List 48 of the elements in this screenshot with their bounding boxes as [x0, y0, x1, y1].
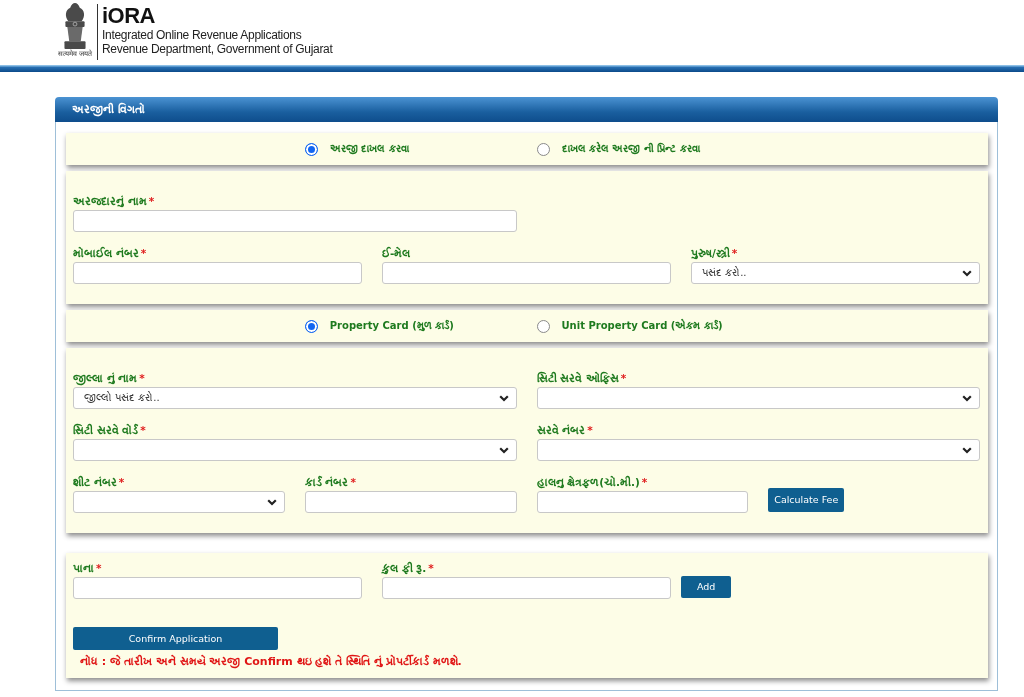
chevron-down-icon — [498, 446, 509, 454]
text-input[interactable] — [73, 210, 517, 232]
field-label: ઈ-મેલ — [382, 246, 412, 260]
department-name: Revenue Department, Government of Gujarat — [102, 42, 333, 56]
radio-button[interactable] — [536, 319, 550, 333]
text-input[interactable] — [536, 491, 749, 513]
field-label: પુરુષ/સ્ત્રી * — [691, 246, 739, 260]
radio-label: Unit Property Card (એકમ કાર્ડ) — [561, 319, 723, 333]
confirm-button[interactable]: Confirm Application — [73, 627, 278, 650]
radio-label: Property Card (મુળ કાર્ડ) — [329, 319, 454, 333]
chevron-down-icon — [962, 446, 972, 454]
note-text: નોધ : જે તારીખ અને સમયે અરજી Confirm થઇ હશે તે સ્થિતિ નું પ્રોપર્ટીકાર્ડ મળશે. — [80, 655, 462, 669]
action-button[interactable]: Calculate Fee — [768, 488, 845, 512]
dropdown-select[interactable] — [73, 439, 517, 461]
dropdown-select[interactable]: પસંદ કરો.. — [691, 262, 980, 284]
field-label: મોબાઈલ નંબર * — [73, 246, 148, 260]
field-label: સિટી સરવે ઓફિસ * — [536, 371, 628, 385]
radio-button[interactable] — [536, 142, 550, 156]
app-name: iORA — [102, 4, 155, 28]
chevron-down-icon — [962, 269, 972, 277]
field-label: શીટ નંબર * — [73, 475, 126, 489]
chevron-down-icon — [266, 498, 277, 506]
chevron-down-icon — [962, 394, 972, 402]
radio-button[interactable] — [304, 142, 318, 156]
field-label: પાના * — [73, 561, 103, 575]
chevron-down-icon — [498, 394, 509, 402]
field-label: સિટી સરવે વોર્ડ * — [73, 423, 147, 437]
dropdown-select[interactable] — [536, 439, 980, 461]
radio-button[interactable] — [304, 319, 318, 333]
field-label: સરવે નંબર * — [536, 423, 594, 437]
text-input[interactable] — [73, 577, 362, 599]
dropdown-select[interactable] — [536, 387, 980, 409]
text-input[interactable] — [382, 577, 671, 599]
field-label: અરજદારનું નામ * — [73, 194, 156, 208]
text-input[interactable] — [382, 262, 671, 284]
app-full-name: Integrated Online Revenue Applications — [102, 28, 302, 42]
dropdown-select[interactable] — [73, 491, 285, 513]
panel-title: અરજીની વિગતો — [55, 97, 998, 122]
action-button[interactable]: Add — [681, 576, 732, 598]
text-input[interactable] — [304, 491, 517, 513]
field-label: જીલ્લા નું નામ * — [73, 371, 146, 385]
radio-label: દાખલ કરેલ અરજી ની પ્રિન્ટ કરવા — [561, 142, 700, 156]
radio-label: અરજી દાખલ કરવા — [329, 142, 409, 156]
dropdown-select[interactable]: જીલ્લો પસંદ કરો.. — [73, 387, 517, 409]
field-label: હાલનુ ક્ષેત્રફળ(ચો.મી.) * — [536, 475, 649, 489]
text-input[interactable] — [73, 262, 362, 284]
field-label: કાર્ડ નંબર * — [304, 475, 357, 489]
field-label: કુલ ફી રૂ. * — [382, 561, 435, 575]
